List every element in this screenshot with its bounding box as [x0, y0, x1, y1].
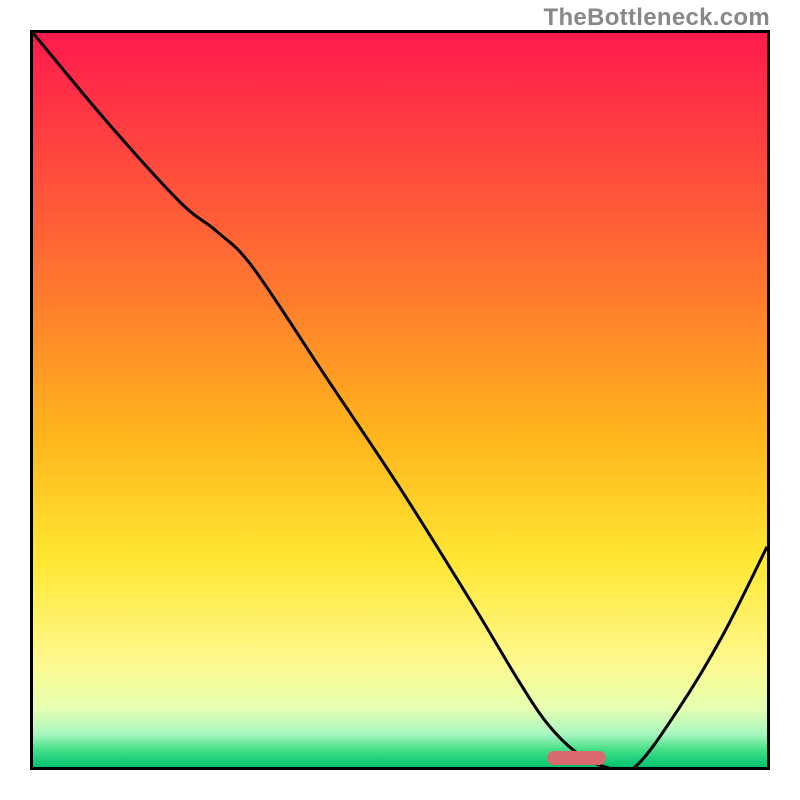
chart-stage: TheBottleneck.com: [0, 0, 800, 800]
curve-layer: [33, 33, 767, 767]
bottleneck-curve: [33, 33, 767, 767]
optimal-range-marker: [547, 751, 606, 765]
plot-area: [30, 30, 770, 770]
watermark-text: TheBottleneck.com: [544, 4, 770, 32]
